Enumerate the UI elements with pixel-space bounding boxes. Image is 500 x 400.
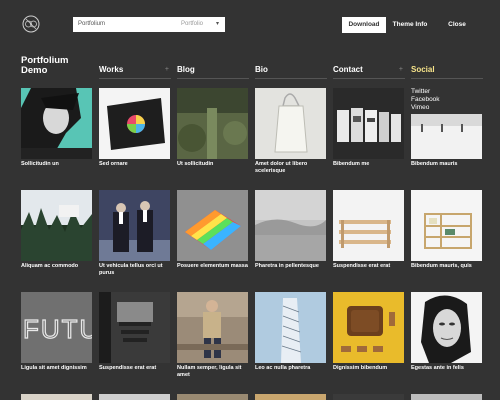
thumbnail-caption[interactable]: Bibendum mauris [411, 161, 489, 168]
thumbnail-caption[interactable]: Sollicitudin un [21, 161, 99, 168]
theme-select[interactable]: Portfolium Portfolio ▾ [73, 17, 225, 32]
social-link-vimeo[interactable]: Vimeo [411, 104, 440, 112]
top-bar: Portfolium Portfolio ▾ Download Theme In… [0, 0, 500, 50]
thumbnail-caption[interactable]: Suspendisse erat erat [333, 263, 411, 270]
site-title-line2: Demo [21, 65, 48, 76]
portfolio-thumbnail[interactable] [99, 394, 170, 400]
portfolio-thumbnail[interactable] [177, 88, 248, 159]
nav-contact[interactable]: Contact + [333, 65, 405, 79]
social-links: Twitter Facebook Vimeo [411, 88, 440, 112]
close-button[interactable]: Close [444, 17, 470, 33]
portfolio-thumbnail[interactable] [411, 114, 482, 159]
portfolio-thumbnail[interactable] [99, 292, 170, 363]
expand-icon: + [398, 66, 403, 73]
portfolio-thumbnail[interactable] [255, 292, 326, 363]
nav-blog[interactable]: Blog [177, 65, 249, 79]
portfolio-thumbnail[interactable] [333, 190, 404, 261]
nav-label: Bio [255, 65, 268, 74]
thumbnail-caption[interactable]: Ut sollicitudin [177, 161, 255, 168]
nav-label: Works [99, 65, 124, 74]
social-link-facebook[interactable]: Facebook [411, 96, 440, 104]
chevron-down-icon: ▾ [215, 21, 219, 27]
tile-art-text: FUTU [23, 314, 92, 344]
thumbnail-caption[interactable]: Ligula sit amet dignissim [21, 365, 99, 372]
logo-icon[interactable] [22, 15, 40, 33]
theme-select-value: Portfolium [78, 21, 106, 27]
portfolio-thumbnail[interactable] [411, 394, 482, 400]
nav-label: Contact [333, 65, 363, 74]
portfolio-thumbnail[interactable] [21, 190, 92, 261]
thumbnail-caption[interactable]: Suspendisse erat erat [99, 365, 177, 372]
portfolio-thumbnail[interactable] [177, 394, 248, 400]
nav-social[interactable]: Social [411, 65, 483, 79]
thumbnail-caption[interactable]: Bibendum me [333, 161, 411, 168]
download-button[interactable]: Download [342, 17, 386, 33]
portfolio-thumbnail[interactable] [255, 190, 326, 261]
thumbnail-caption[interactable]: Nullam semper, ligula sit amet [177, 365, 255, 379]
thumbnail-caption[interactable]: Pharetra in pellentesque [255, 263, 333, 270]
portfolio-thumbnail[interactable] [177, 190, 248, 261]
thumbnail-caption[interactable]: Dignissim bibendum [333, 365, 411, 372]
portfolio-thumbnail[interactable]: FUTU [21, 292, 92, 363]
theme-select-category: Portfolio [180, 21, 203, 27]
thumbnail-caption[interactable]: Ut vehicula tellus orci ut purus [99, 263, 177, 277]
portfolio-thumbnail[interactable] [21, 88, 92, 159]
portfolio-thumbnail[interactable] [411, 292, 482, 363]
nav-works[interactable]: Works + [99, 65, 171, 79]
nav-label: Social [411, 65, 435, 74]
thumbnail-caption[interactable]: Aliquam ac commodo [21, 263, 99, 270]
expand-icon: + [164, 66, 169, 73]
thumbnail-caption[interactable]: Sed ornare [99, 161, 177, 168]
portfolio-thumbnail[interactable] [255, 394, 326, 400]
portfolio-thumbnail[interactable] [333, 88, 404, 159]
portfolio-thumbnail[interactable] [411, 190, 482, 261]
nav-bio[interactable]: Bio [255, 65, 327, 79]
portfolio-thumbnail[interactable] [333, 394, 404, 400]
social-link-twitter[interactable]: Twitter [411, 88, 440, 96]
portfolio-thumbnail[interactable] [333, 292, 404, 363]
portfolio-thumbnail[interactable] [177, 292, 248, 363]
portfolio-thumbnail[interactable] [255, 88, 326, 159]
theme-info-button[interactable]: Theme Info [390, 17, 430, 33]
thumbnail-caption[interactable]: Bibendum mauris, quis [411, 263, 489, 270]
thumbnail-caption[interactable]: Amet dolor ut libero scelerisque [255, 161, 333, 175]
thumbnail-caption[interactable]: Posuere elementum massa [177, 263, 255, 270]
nav-label: Blog [177, 65, 195, 74]
thumbnail-caption[interactable]: Egestas ante in felis [411, 365, 489, 372]
portfolio-thumbnail[interactable] [21, 394, 92, 400]
portfolio-thumbnail[interactable] [99, 88, 170, 159]
thumbnail-caption[interactable]: Leo ac nulla pharetra [255, 365, 333, 372]
site-title[interactable]: Portfolium Demo [21, 56, 91, 76]
portfolio-thumbnail[interactable] [99, 190, 170, 261]
